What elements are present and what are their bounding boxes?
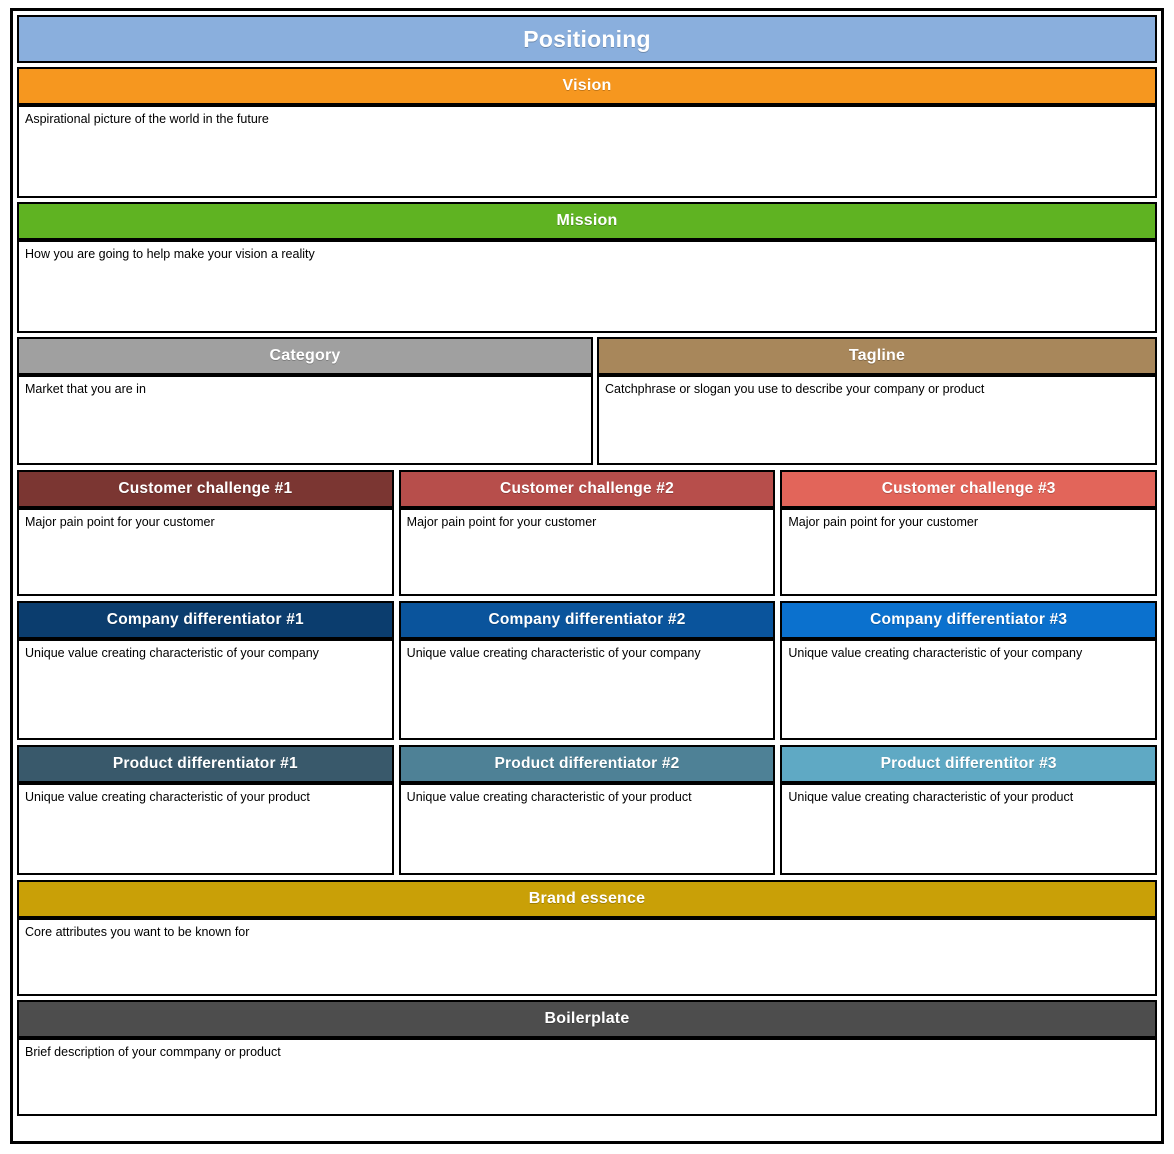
customer-challenge-column-1: Customer challenge #1 Major pain point f… bbox=[17, 470, 394, 596]
section-header-customer-challenge-1: Customer challenge #1 bbox=[17, 470, 394, 508]
section-body-brand-essence[interactable]: Core attributes you want to be known for bbox=[17, 918, 1157, 996]
product-differentiator-row: Product differentiator #1 Unique value c… bbox=[17, 745, 1158, 875]
section-body-mission[interactable]: How you are going to help make your visi… bbox=[17, 240, 1157, 333]
company-differentiator-column-3: Company differentiator #3 Unique value c… bbox=[780, 601, 1158, 740]
section-body-product-differentiator-3[interactable]: Unique value creating characteristic of … bbox=[780, 783, 1158, 875]
section-body-product-differentiator-2[interactable]: Unique value creating characteristic of … bbox=[398, 783, 776, 875]
section-header-company-differentiator-2: Company differentiator #2 bbox=[398, 601, 776, 639]
company-differentiator-column-2: Company differentiator #2 Unique value c… bbox=[398, 601, 776, 740]
category-column: Category Market that you are in bbox=[17, 337, 593, 465]
section-body-company-differentiator-2[interactable]: Unique value creating characteristic of … bbox=[398, 639, 776, 740]
worksheet-frame: Positioning Vision Aspirational picture … bbox=[10, 8, 1164, 1144]
section-header-tagline: Tagline bbox=[597, 337, 1157, 375]
section-header-mission: Mission bbox=[17, 202, 1157, 240]
company-differentiator-row: Company differentiator #1 Unique value c… bbox=[17, 601, 1158, 740]
section-header-product-differentiator-3: Product differentitor #3 bbox=[780, 745, 1158, 783]
section-body-product-differentiator-1[interactable]: Unique value creating characteristic of … bbox=[17, 783, 394, 875]
section-header-brand-essence: Brand essence bbox=[17, 880, 1157, 918]
product-differentiator-column-3: Product differentitor #3 Unique value cr… bbox=[780, 745, 1158, 875]
section-header-customer-challenge-2: Customer challenge #2 bbox=[398, 470, 776, 508]
page-title: Positioning bbox=[17, 15, 1157, 63]
section-body-customer-challenge-3[interactable]: Major pain point for your customer bbox=[780, 508, 1158, 596]
category-tagline-row: Category Market that you are in Tagline … bbox=[17, 337, 1157, 465]
product-differentiator-column-2: Product differentiator #2 Unique value c… bbox=[398, 745, 776, 875]
company-differentiator-column-1: Company differentiator #1 Unique value c… bbox=[17, 601, 394, 740]
section-body-customer-challenge-2[interactable]: Major pain point for your customer bbox=[398, 508, 776, 596]
section-header-vision: Vision bbox=[17, 67, 1157, 105]
section-body-tagline[interactable]: Catchphrase or slogan you use to describ… bbox=[597, 375, 1157, 465]
customer-challenge-column-3: Customer challenge #3 Major pain point f… bbox=[780, 470, 1158, 596]
section-body-company-differentiator-1[interactable]: Unique value creating characteristic of … bbox=[17, 639, 394, 740]
tagline-column: Tagline Catchphrase or slogan you use to… bbox=[597, 337, 1157, 465]
section-header-company-differentiator-3: Company differentiator #3 bbox=[780, 601, 1158, 639]
section-header-company-differentiator-1: Company differentiator #1 bbox=[17, 601, 394, 639]
section-body-vision[interactable]: Aspirational picture of the world in the… bbox=[17, 105, 1157, 198]
section-header-category: Category bbox=[17, 337, 593, 375]
section-body-customer-challenge-1[interactable]: Major pain point for your customer bbox=[17, 508, 394, 596]
positioning-canvas: Positioning Vision Aspirational picture … bbox=[0, 0, 1174, 1154]
section-body-company-differentiator-3[interactable]: Unique value creating characteristic of … bbox=[780, 639, 1158, 740]
section-header-product-differentiator-2: Product differentiator #2 bbox=[398, 745, 776, 783]
section-body-category[interactable]: Market that you are in bbox=[17, 375, 593, 465]
customer-challenge-column-2: Customer challenge #2 Major pain point f… bbox=[398, 470, 776, 596]
section-header-boilerplate: Boilerplate bbox=[17, 1000, 1157, 1038]
customer-challenge-row: Customer challenge #1 Major pain point f… bbox=[17, 470, 1158, 596]
section-header-customer-challenge-3: Customer challenge #3 bbox=[780, 470, 1158, 508]
section-header-product-differentiator-1: Product differentiator #1 bbox=[17, 745, 394, 783]
section-body-boilerplate[interactable]: Brief description of your commpany or pr… bbox=[17, 1038, 1157, 1116]
product-differentiator-column-1: Product differentiator #1 Unique value c… bbox=[17, 745, 394, 875]
